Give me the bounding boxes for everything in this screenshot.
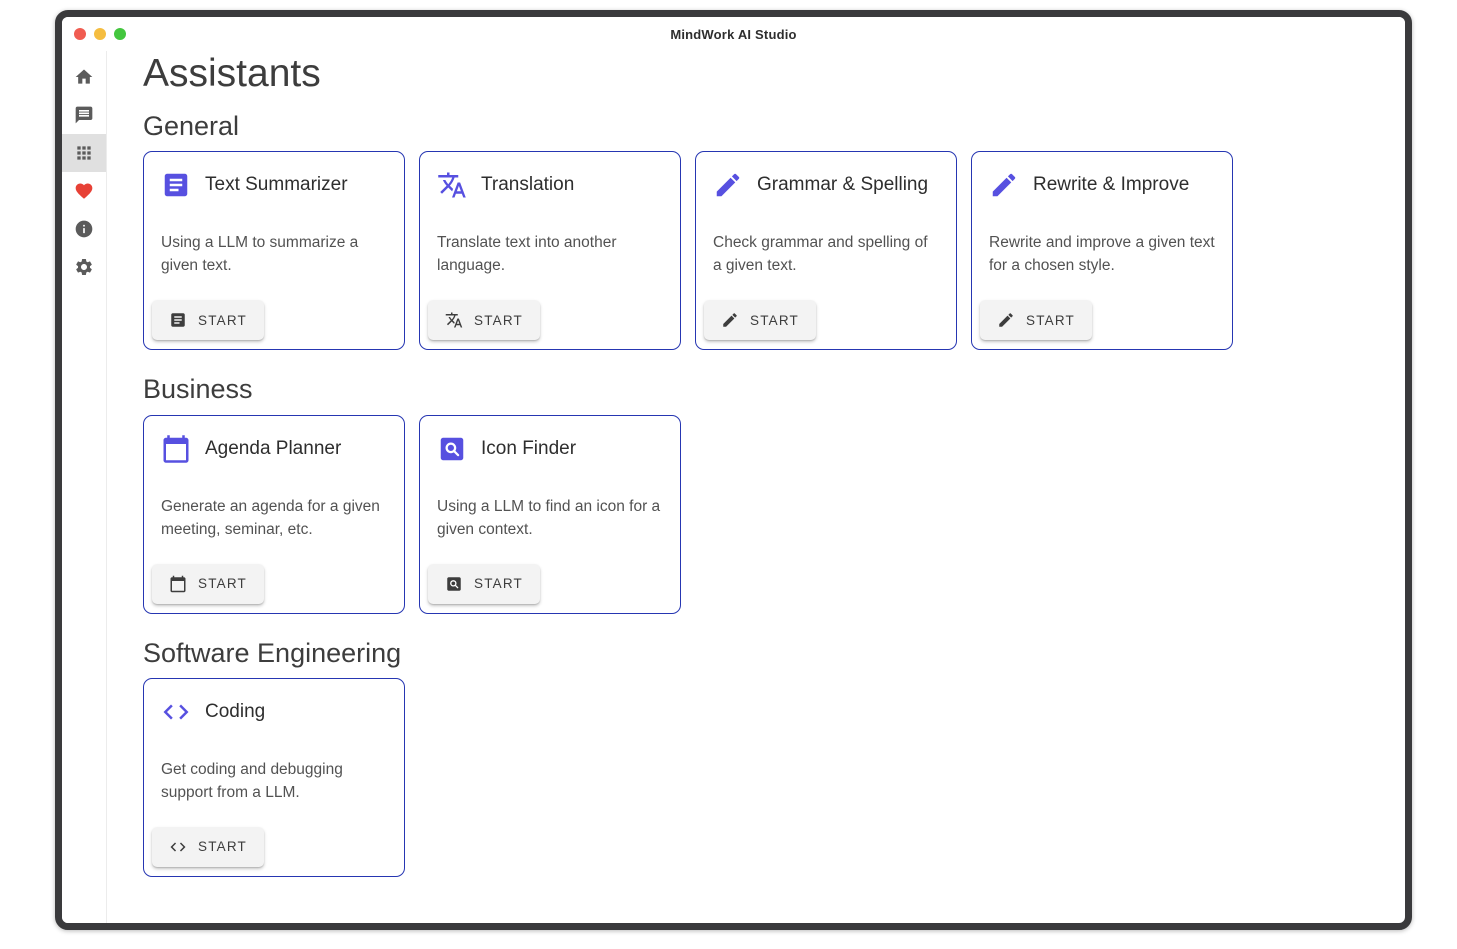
card-description: Get coding and debugging support from a … <box>144 759 404 805</box>
start-button-icon-finder[interactable]: START <box>428 564 540 604</box>
document-icon <box>169 311 187 329</box>
sidebar <box>62 51 107 923</box>
card-grid: Text Summarizer Using a LLM to summarize … <box>143 151 1385 350</box>
minimize-button[interactable] <box>94 28 106 40</box>
card-title: Agenda Planner <box>205 438 341 460</box>
start-button-agenda-planner[interactable]: START <box>152 564 264 604</box>
code-icon <box>169 838 187 856</box>
card-description: Using a LLM to find an icon for a given … <box>420 496 680 542</box>
card-description: Check grammar and spelling of a given te… <box>696 232 956 278</box>
section-software-engineering: Software Engineering Coding Get coding and… <box>143 637 1385 877</box>
apps-grid-icon <box>74 143 94 163</box>
card-description: Translate text into another language. <box>420 232 680 278</box>
card-header: Icon Finder <box>420 416 680 464</box>
code-icon <box>161 697 191 727</box>
section-business: Business Agenda Planner Generate an agenda… <box>143 373 1385 613</box>
pencil-icon <box>989 170 1019 200</box>
card-header: Agenda Planner <box>144 416 404 464</box>
card-icon-finder: Icon Finder Using a LLM to find an icon f… <box>419 415 681 614</box>
card-text-summarizer: Text Summarizer Using a LLM to summarize … <box>143 151 405 350</box>
sidebar-item-chats[interactable] <box>62 96 106 134</box>
card-description: Rewrite and improve a given text for a c… <box>972 232 1232 278</box>
main-content: Assistants General Text Summarizer Using a… <box>107 51 1405 923</box>
page-title: Assistants <box>143 51 1385 98</box>
sidebar-item-settings[interactable] <box>62 248 106 286</box>
card-header: Translation <box>420 152 680 200</box>
sidebar-item-favorites[interactable] <box>62 172 106 210</box>
chat-icon <box>74 105 94 125</box>
app-window: MindWork AI Studio Assistants General Tex… <box>55 10 1412 930</box>
card-translation: Translation Translate text into another l… <box>419 151 681 350</box>
card-description: Using a LLM to summarize a given text. <box>144 232 404 278</box>
traffic-lights <box>74 28 126 40</box>
card-title: Translation <box>481 174 574 196</box>
titlebar: MindWork AI Studio <box>62 17 1405 51</box>
start-button-label: START <box>198 576 247 591</box>
zoom-button[interactable] <box>114 28 126 40</box>
start-button-translation[interactable]: START <box>428 300 540 340</box>
card-grid: Coding Get coding and debugging support f… <box>143 678 1385 877</box>
document-icon <box>161 170 191 200</box>
card-title: Icon Finder <box>481 438 576 460</box>
pencil-icon <box>713 170 743 200</box>
calendar-icon <box>161 434 191 464</box>
start-button-label: START <box>474 313 523 328</box>
card-title: Text Summarizer <box>205 174 348 196</box>
start-button-label: START <box>750 313 799 328</box>
card-coding: Coding Get coding and debugging support f… <box>143 678 405 877</box>
pencil-icon <box>997 311 1015 329</box>
card-agenda-planner: Agenda Planner Generate an agenda for a g… <box>143 415 405 614</box>
window-body: Assistants General Text Summarizer Using a… <box>62 51 1405 923</box>
gear-icon <box>74 257 94 277</box>
info-icon <box>74 219 94 239</box>
calendar-icon <box>169 575 187 593</box>
card-rewrite-improve: Rewrite & Improve Rewrite and improve a g… <box>971 151 1233 350</box>
icon-search-icon <box>437 434 467 464</box>
sidebar-item-about[interactable] <box>62 210 106 248</box>
section-title: Business <box>143 373 1385 405</box>
start-button-text-summarizer[interactable]: START <box>152 300 264 340</box>
section-title: Software Engineering <box>143 637 1385 669</box>
close-button[interactable] <box>74 28 86 40</box>
window-title: MindWork AI Studio <box>670 27 796 42</box>
start-button-grammar-spelling[interactable]: START <box>704 300 816 340</box>
section-general: General Text Summarizer Using a LLM to sum… <box>143 110 1385 350</box>
icon-search-icon <box>445 575 463 593</box>
home-icon <box>74 67 94 87</box>
pencil-icon <box>721 311 739 329</box>
start-button-coding[interactable]: START <box>152 827 264 867</box>
start-button-label: START <box>1026 313 1075 328</box>
card-header: Rewrite & Improve <box>972 152 1232 200</box>
start-button-label: START <box>474 576 523 591</box>
card-header: Grammar & Spelling <box>696 152 956 200</box>
card-header: Coding <box>144 679 404 727</box>
start-button-rewrite-improve[interactable]: START <box>980 300 1092 340</box>
sidebar-item-assistants[interactable] <box>62 134 106 172</box>
start-button-label: START <box>198 313 247 328</box>
card-grammar-spelling: Grammar & Spelling Check grammar and spel… <box>695 151 957 350</box>
heart-icon <box>74 181 94 201</box>
card-title: Coding <box>205 701 265 723</box>
translate-icon <box>445 311 463 329</box>
card-grid: Agenda Planner Generate an agenda for a g… <box>143 415 1385 614</box>
translate-icon <box>437 170 467 200</box>
sidebar-item-home[interactable] <box>62 58 106 96</box>
card-header: Text Summarizer <box>144 152 404 200</box>
card-title: Rewrite & Improve <box>1033 174 1189 196</box>
section-title: General <box>143 110 1385 142</box>
card-description: Generate an agenda for a given meeting, … <box>144 496 404 542</box>
start-button-label: START <box>198 839 247 854</box>
card-title: Grammar & Spelling <box>757 174 928 196</box>
